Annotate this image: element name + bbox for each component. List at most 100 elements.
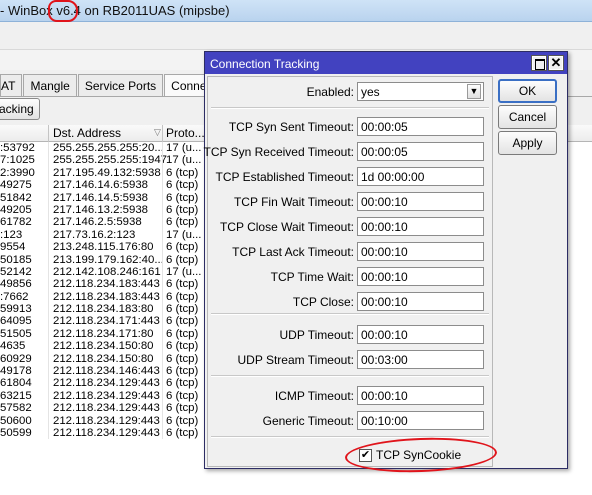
version-highlight-circle: [48, 0, 78, 22]
dst-address-cell: 212.142.108.246:161: [53, 265, 161, 278]
column-divider: [48, 377, 49, 390]
column-divider: [162, 389, 163, 403]
tcp-time-wait-input[interactable]: 00:00:10: [357, 267, 484, 286]
column-divider: [162, 340, 163, 353]
protocol-cell: 17 (u...: [166, 154, 202, 167]
column-divider: [48, 125, 49, 142]
tab-nat[interactable]: AT: [0, 74, 23, 96]
enabled-select[interactable]: yes ▼: [357, 82, 484, 101]
cancel-button[interactable]: Cancel: [498, 105, 557, 129]
column-divider: [162, 377, 163, 390]
column-divider: [48, 241, 49, 254]
udp-stream-timeout-label: UDP Stream Timeout:: [237, 353, 354, 367]
column-divider: [162, 179, 163, 192]
dst-address-cell: 217.146.14.6:5938: [53, 179, 149, 192]
column-divider: [48, 352, 49, 366]
protocol-cell: 6 (tcp): [166, 241, 199, 254]
column-divider: [48, 216, 49, 229]
tab-service-ports[interactable]: Service Ports: [77, 74, 164, 96]
src-address-cell: 49856: [0, 278, 32, 291]
connection-tracking-dialog: Connection Tracking ✕ Enabled: yes ▼ TCP…: [203, 51, 568, 475]
column-divider: [48, 154, 49, 167]
generic-timeout-input[interactable]: 00:10:00: [357, 411, 484, 430]
udp-timeout-input[interactable]: 00:00:10: [357, 325, 484, 344]
dst-address-cell: 217.73.16.2:123: [53, 228, 136, 241]
protocol-cell: 6 (tcp): [166, 402, 199, 415]
protocol-cell: 6 (tcp): [166, 216, 199, 229]
protocol-cell: 6 (tcp): [166, 414, 199, 427]
column-divider: [48, 253, 49, 266]
column-divider: [48, 402, 49, 415]
tcp-close-wait-timeout-input[interactable]: 00:00:10: [357, 217, 484, 236]
dst-address-cell: 213.199.179.162:40...: [53, 253, 164, 266]
tracking-button[interactable]: racking: [0, 98, 40, 120]
udp-timeout-label: UDP Timeout:: [279, 328, 354, 342]
column-divider: [48, 191, 49, 204]
column-header-dst-address[interactable]: Dst. Address: [53, 126, 121, 140]
column-divider: [162, 203, 163, 217]
protocol-cell: 6 (tcp): [166, 352, 199, 365]
icmp-timeout-input[interactable]: 00:00:10: [357, 386, 484, 405]
tcp-last-ack-timeout-input[interactable]: 00:00:10: [357, 242, 484, 261]
protocol-cell: 6 (tcp): [166, 191, 199, 204]
dst-address-cell: 212.118.234.183:443: [53, 278, 160, 291]
close-icon: ✕: [550, 55, 562, 70]
enabled-value: yes: [361, 85, 380, 99]
generic-timeout-label: Generic Timeout:: [262, 414, 354, 428]
dst-address-cell: 212.118.234.129:443: [53, 377, 160, 390]
tcp-syn-received-timeout-input[interactable]: 00:00:05: [357, 142, 484, 161]
column-divider: [48, 414, 49, 427]
tcp-syn-received-timeout-label: TCP Syn Received Timeout:: [203, 145, 354, 159]
column-divider: [48, 389, 49, 403]
column-divider: [162, 216, 163, 229]
dialog-title: Connection Tracking: [210, 57, 320, 71]
src-address-cell: 9554: [0, 241, 26, 254]
protocol-cell: 6 (tcp): [166, 426, 199, 439]
column-divider: [48, 426, 49, 440]
close-button[interactable]: ✕: [548, 55, 564, 71]
column-divider: [162, 315, 163, 328]
separator: [211, 375, 489, 377]
ok-button[interactable]: OK: [498, 79, 557, 103]
settings-panel: Enabled: yes ▼ TCP Syn Sent Timeout: 00:0…: [203, 76, 493, 467]
src-address-cell: :123: [0, 228, 23, 241]
column-divider: [48, 166, 49, 180]
src-address-cell: 57582: [0, 402, 32, 415]
src-address-cell: 49275: [0, 179, 32, 192]
tcp-established-timeout-input[interactable]: 1d 00:00:00: [357, 167, 484, 186]
tcp-fin-wait-timeout-input[interactable]: 00:00:10: [357, 192, 484, 211]
src-address-cell: 50185: [0, 253, 32, 266]
src-address-cell: :53792: [0, 142, 35, 154]
dst-address-cell: 212.118.234.150:80: [53, 340, 154, 353]
dst-address-cell: 255.255.255.255:20...: [53, 142, 164, 154]
dst-address-cell: 255.255.255.255:1947: [53, 154, 168, 167]
tcp-syn-sent-timeout-label: TCP Syn Sent Timeout:: [228, 120, 354, 134]
src-address-cell: 60929: [0, 352, 32, 365]
separator: [211, 107, 489, 109]
protocol-cell: 17 (u...: [166, 142, 202, 154]
column-header-protocol[interactable]: Proto...: [166, 126, 205, 140]
tcp-last-ack-timeout-label: TCP Last Ack Timeout:: [232, 245, 354, 259]
protocol-cell: 6 (tcp): [166, 377, 199, 390]
tcp-established-timeout-label: TCP Established Timeout:: [215, 170, 354, 184]
tcp-syn-sent-timeout-input[interactable]: 00:00:05: [357, 117, 484, 136]
column-divider: [48, 278, 49, 291]
dst-address-cell: 212.118.234.150:80: [53, 352, 154, 365]
src-address-cell: :7662: [0, 290, 29, 303]
src-address-cell: 50599: [0, 426, 32, 439]
udp-stream-timeout-input[interactable]: 00:03:00: [357, 350, 484, 369]
column-divider: [162, 265, 163, 279]
apply-button[interactable]: Apply: [498, 131, 557, 155]
dst-address-cell: 217.146.2.5:5938: [53, 216, 142, 229]
tab-mangle[interactable]: Mangle: [23, 74, 77, 96]
tcp-close-label: TCP Close:: [292, 295, 354, 309]
src-address-cell: 51842: [0, 191, 32, 204]
protocol-cell: 6 (tcp): [166, 365, 199, 378]
tcp-close-input[interactable]: 00:00:10: [357, 292, 484, 311]
dialog-titlebar[interactable]: Connection Tracking: [205, 52, 567, 74]
protocol-cell: 6 (tcp): [166, 303, 199, 316]
column-divider: [48, 315, 49, 328]
maximize-button[interactable]: [531, 55, 547, 71]
chevron-down-icon[interactable]: ▼: [467, 84, 481, 99]
column-divider: [48, 228, 49, 242]
